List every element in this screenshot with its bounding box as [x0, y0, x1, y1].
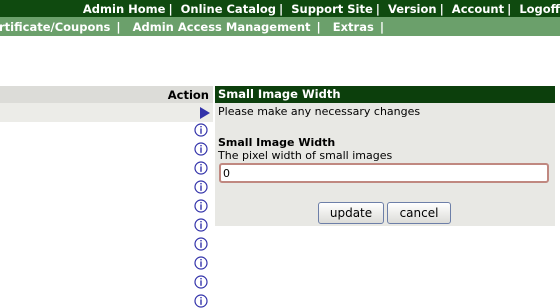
subnav-extras[interactable]: Extras — [333, 20, 374, 34]
nav-support-site[interactable]: Support Site — [291, 2, 373, 16]
top-navigation-bar: Admin Home | Online Catalog | Support Site… — [0, 0, 560, 17]
action-column-header: Action — [0, 86, 213, 103]
subnav-separator: | — [316, 19, 321, 34]
info-icon[interactable] — [194, 218, 208, 232]
nav-separator: | — [439, 1, 444, 16]
info-icon[interactable] — [194, 142, 208, 156]
nav-logoff[interactable]: Logoff — [519, 2, 560, 16]
nav-admin-home[interactable]: Admin Home — [83, 2, 166, 16]
edit-panel-intro: Please make any necessary changes — [218, 105, 421, 118]
cancel-button[interactable]: cancel — [387, 202, 451, 224]
update-button[interactable]: update — [318, 202, 384, 224]
nav-separator: | — [375, 1, 380, 16]
info-icon[interactable] — [194, 199, 208, 213]
edit-panel-title: Small Image Width — [215, 86, 555, 103]
info-icon[interactable] — [194, 294, 208, 308]
subnav-separator: | — [379, 19, 385, 34]
nav-separator: | — [279, 1, 284, 16]
nav-version[interactable]: Version — [388, 2, 437, 16]
small-image-width-input[interactable] — [219, 163, 549, 183]
nav-separator: | — [168, 1, 173, 16]
info-icon[interactable] — [194, 275, 208, 289]
subnav-gift-certificates-coupons[interactable]: rtificate/Coupons — [0, 20, 110, 34]
nav-account[interactable]: Account — [452, 2, 504, 16]
edit-panel: Please make any necessary changes Small … — [215, 103, 555, 226]
table-row-selected[interactable] — [0, 103, 213, 122]
info-icon[interactable] — [194, 180, 208, 194]
info-icon[interactable] — [194, 237, 208, 251]
field-label: Small Image Width — [218, 136, 336, 149]
info-icon[interactable] — [194, 161, 208, 175]
action-header-label: Action — [167, 87, 209, 102]
nav-online-catalog[interactable]: Online Catalog — [181, 2, 276, 16]
right-arrow-icon — [200, 107, 210, 119]
field-description: The pixel width of small images — [218, 149, 393, 162]
nav-separator: | — [507, 1, 512, 16]
sub-navigation-bar: rtificate/Coupons | Admin Access Manageme… — [0, 17, 560, 36]
info-icon[interactable] — [194, 256, 208, 270]
subnav-admin-access-management[interactable]: Admin Access Management — [133, 20, 311, 34]
subnav-separator: | — [116, 19, 121, 34]
info-icon[interactable] — [194, 123, 208, 137]
